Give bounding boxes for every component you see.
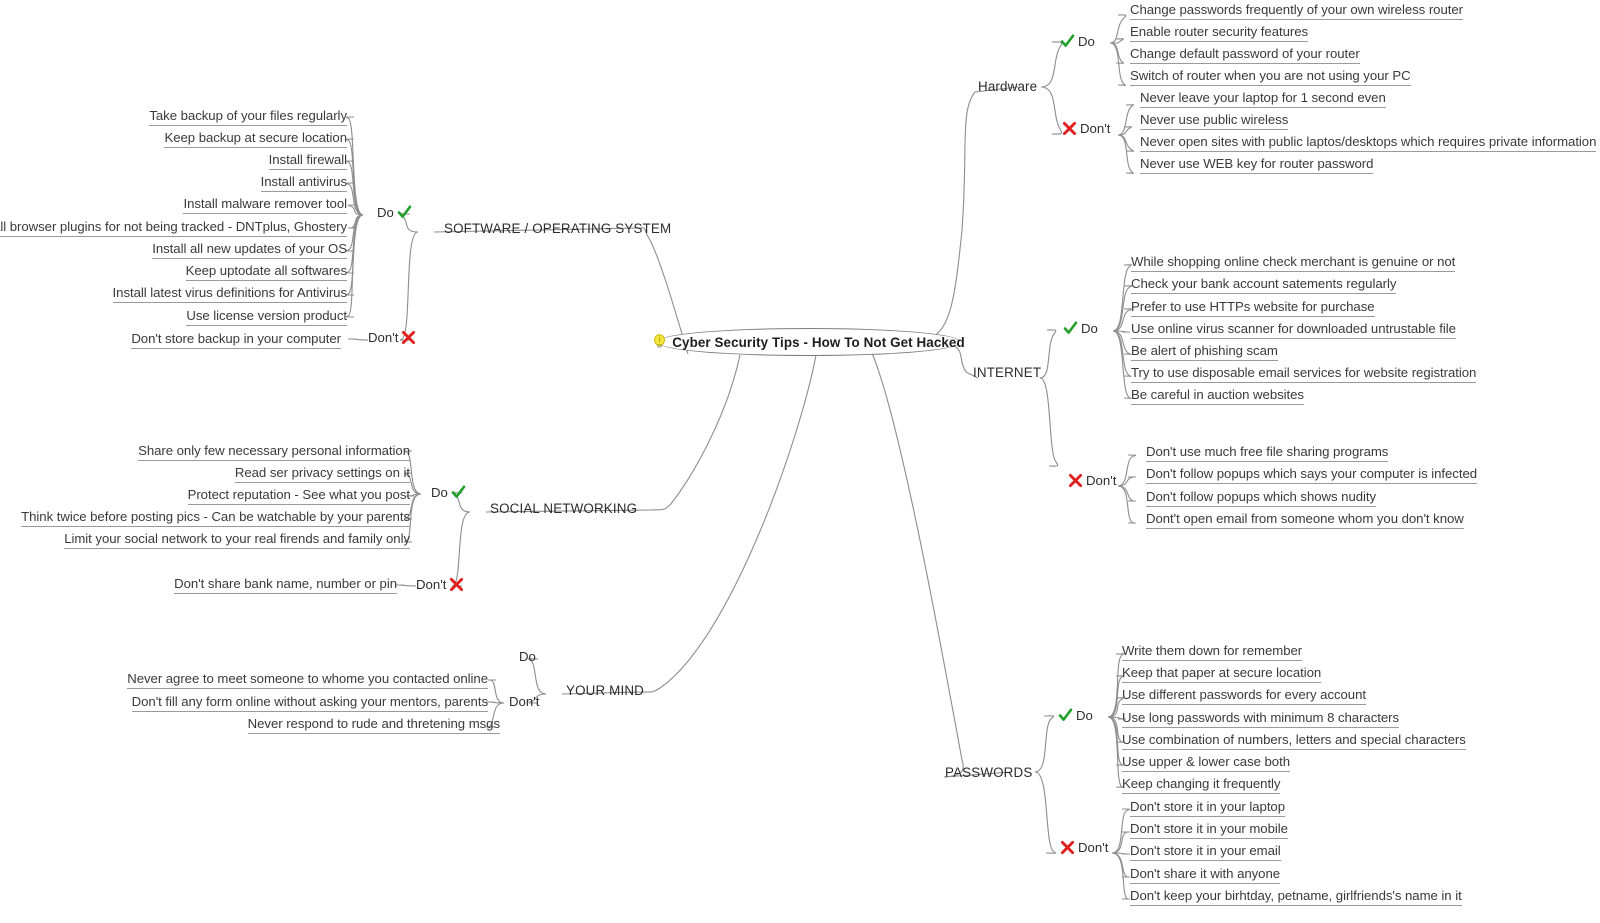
leaf-item[interactable]: Install malware remover tool — [183, 196, 347, 214]
leaf-item[interactable]: Check your bank account satements regula… — [1131, 276, 1396, 294]
leaf-item[interactable]: Don't follow popups which says your comp… — [1146, 466, 1477, 484]
leaf-item[interactable]: Read ser privacy settings on it — [234, 465, 410, 483]
leaf-item[interactable]: Keep changing it frequently — [1122, 776, 1281, 794]
group-label-text: Do — [1078, 34, 1095, 49]
red-cross-icon — [1068, 473, 1083, 488]
mindmap-canvas: Cyber Security Tips - How To Not Get Hac… — [0, 0, 1600, 923]
leaf-item[interactable]: Don't store it in your laptop — [1130, 799, 1285, 817]
leaf-item[interactable]: Use long passwords with minimum 8 charac… — [1122, 710, 1399, 728]
leaf-item[interactable]: Never use WEB key for router password — [1140, 156, 1373, 174]
leaf-item[interactable]: Don't store it in your mobile — [1130, 821, 1288, 839]
leaf-item[interactable]: Keep that paper at secure location — [1122, 665, 1321, 683]
group-label-text: Don't — [416, 577, 447, 592]
green-check-icon — [1063, 321, 1078, 336]
leaf-item[interactable]: Be careful in auction websites — [1131, 387, 1304, 405]
group-label-text: Do — [377, 205, 394, 220]
leaf-item[interactable]: Dont't open email from someone whom you … — [1146, 511, 1464, 529]
group-label-internet-do[interactable]: Do — [1063, 321, 1098, 336]
group-label-hardware-dont[interactable]: Don't — [1062, 121, 1110, 136]
group-label-text: Don't — [509, 694, 540, 709]
leaf-item[interactable]: Never respond to rude and thretening msg… — [247, 716, 500, 734]
leaf-item[interactable]: Don't store it in your email — [1130, 843, 1281, 861]
group-label-yourmind-do[interactable]: Do — [519, 649, 536, 664]
root-title: Cyber Security Tips - How To Not Get Hac… — [672, 334, 965, 350]
leaf-item[interactable]: Think twice before posting pics - Can be… — [21, 509, 410, 527]
leaf-item[interactable]: While shopping online check merchant is … — [1131, 254, 1455, 272]
leaf-item[interactable]: Enable router security features — [1130, 24, 1308, 42]
group-label-hardware-do[interactable]: Do — [1060, 34, 1095, 49]
group-label-text: Don't — [368, 330, 399, 345]
green-check-icon — [1058, 708, 1073, 723]
leaf-item[interactable]: Change passwords frequently of your own … — [1130, 2, 1463, 20]
leaf-item[interactable]: Switch of router when you are not using … — [1130, 68, 1411, 86]
red-cross-icon — [401, 330, 416, 345]
lightbulb-icon — [653, 334, 666, 350]
leaf-item[interactable]: Install antivirus — [260, 174, 347, 192]
group-label-software-do[interactable]: Do — [377, 205, 412, 220]
group-label-social-do[interactable]: Do — [431, 485, 466, 500]
green-check-icon — [397, 205, 412, 220]
group-label-yourmind-dont[interactable]: Don't — [509, 694, 539, 709]
leaf-item[interactable]: Keep backup at secure location — [164, 130, 347, 148]
branch-label-internet[interactable]: INTERNET — [973, 365, 1041, 380]
leaf-item[interactable]: Install latest virus definitions for Ant… — [112, 285, 347, 303]
group-label-text: Don't — [1086, 473, 1117, 488]
leaf-item[interactable]: Never agree to meet someone to whome you… — [127, 671, 488, 689]
group-label-text: Don't — [1078, 840, 1109, 855]
leaf-item[interactable]: Don't share it with anyone — [1130, 866, 1280, 884]
leaf-item[interactable]: Don't share bank name, number or pin — [174, 576, 397, 594]
leaf-item[interactable]: Don't follow popups which shows nudity — [1146, 489, 1376, 507]
leaf-item[interactable]: Try to use disposable email services for… — [1131, 365, 1476, 383]
leaf-item[interactable]: Take backup of your files regularly — [149, 108, 347, 126]
branch-label-yourmind[interactable]: YOUR MIND — [566, 683, 644, 698]
leaf-item[interactable]: Install browser plugins for not being tr… — [0, 219, 347, 237]
group-label-text: Do — [1076, 708, 1093, 723]
leaf-item[interactable]: Use upper & lower case both — [1122, 754, 1290, 772]
green-check-icon — [451, 485, 466, 500]
branch-label-software[interactable]: SOFTWARE / OPERATING SYSTEM — [444, 221, 671, 236]
red-cross-icon — [1062, 121, 1077, 136]
leaf-item[interactable]: Install firewall — [268, 152, 347, 170]
leaf-item[interactable]: Never open sites with public laptos/desk… — [1140, 134, 1596, 152]
red-cross-icon — [1060, 840, 1075, 855]
leaf-item[interactable]: Protect reputation - See what you post — [187, 487, 410, 505]
branch-label-passwords[interactable]: PASSWORDS — [945, 765, 1032, 780]
root-node[interactable]: Cyber Security Tips - How To Not Get Hac… — [654, 328, 965, 356]
group-label-software-dont[interactable]: Don't — [368, 330, 416, 345]
group-label-internet-dont[interactable]: Don't — [1068, 473, 1116, 488]
group-label-social-dont[interactable]: Don't — [416, 577, 464, 592]
leaf-item[interactable]: Don't keep your birhtday, petname, girlf… — [1130, 888, 1462, 906]
green-check-icon — [1060, 34, 1075, 49]
leaf-item[interactable]: Don't store backup in your computer — [131, 331, 341, 349]
group-label-text: Do — [519, 649, 536, 664]
leaf-item[interactable]: Use license version product — [186, 308, 347, 326]
leaf-item[interactable]: Share only few necessary personal inform… — [138, 443, 410, 461]
red-cross-icon — [449, 577, 464, 592]
group-label-passwords-do[interactable]: Do — [1058, 708, 1093, 723]
leaf-item[interactable]: Limit your social network to your real f… — [64, 531, 410, 549]
group-label-passwords-dont[interactable]: Don't — [1060, 840, 1108, 855]
leaf-item[interactable]: Use online virus scanner for downloaded … — [1131, 321, 1456, 339]
leaf-item[interactable]: Use combination of numbers, letters and … — [1122, 732, 1466, 750]
leaf-item[interactable]: Keep uptodate all softwares — [185, 263, 347, 281]
leaf-item[interactable]: Change default password of your router — [1130, 46, 1360, 64]
leaf-item[interactable]: Never use public wireless — [1140, 112, 1288, 130]
group-label-text: Don't — [1080, 121, 1111, 136]
branch-label-social[interactable]: SOCIAL NETWORKING — [490, 501, 637, 516]
leaf-item[interactable]: Never leave your laptop for 1 second eve… — [1140, 90, 1386, 108]
group-label-text: Do — [431, 485, 448, 500]
leaf-item[interactable]: Don't use much free file sharing program… — [1146, 444, 1388, 462]
group-label-text: Do — [1081, 321, 1098, 336]
leaf-item[interactable]: Prefer to use HTTPs website for purchase — [1131, 299, 1375, 317]
leaf-item[interactable]: Be alert of phishing scam — [1131, 343, 1278, 361]
branch-label-hardware[interactable]: Hardware — [978, 79, 1037, 94]
leaf-item[interactable]: Write them down for remember — [1122, 643, 1302, 661]
leaf-item[interactable]: Install all new updates of your OS — [152, 241, 347, 259]
leaf-item[interactable]: Use different passwords for every accoun… — [1122, 687, 1366, 705]
leaf-item[interactable]: Don't fill any form online without askin… — [131, 694, 488, 712]
